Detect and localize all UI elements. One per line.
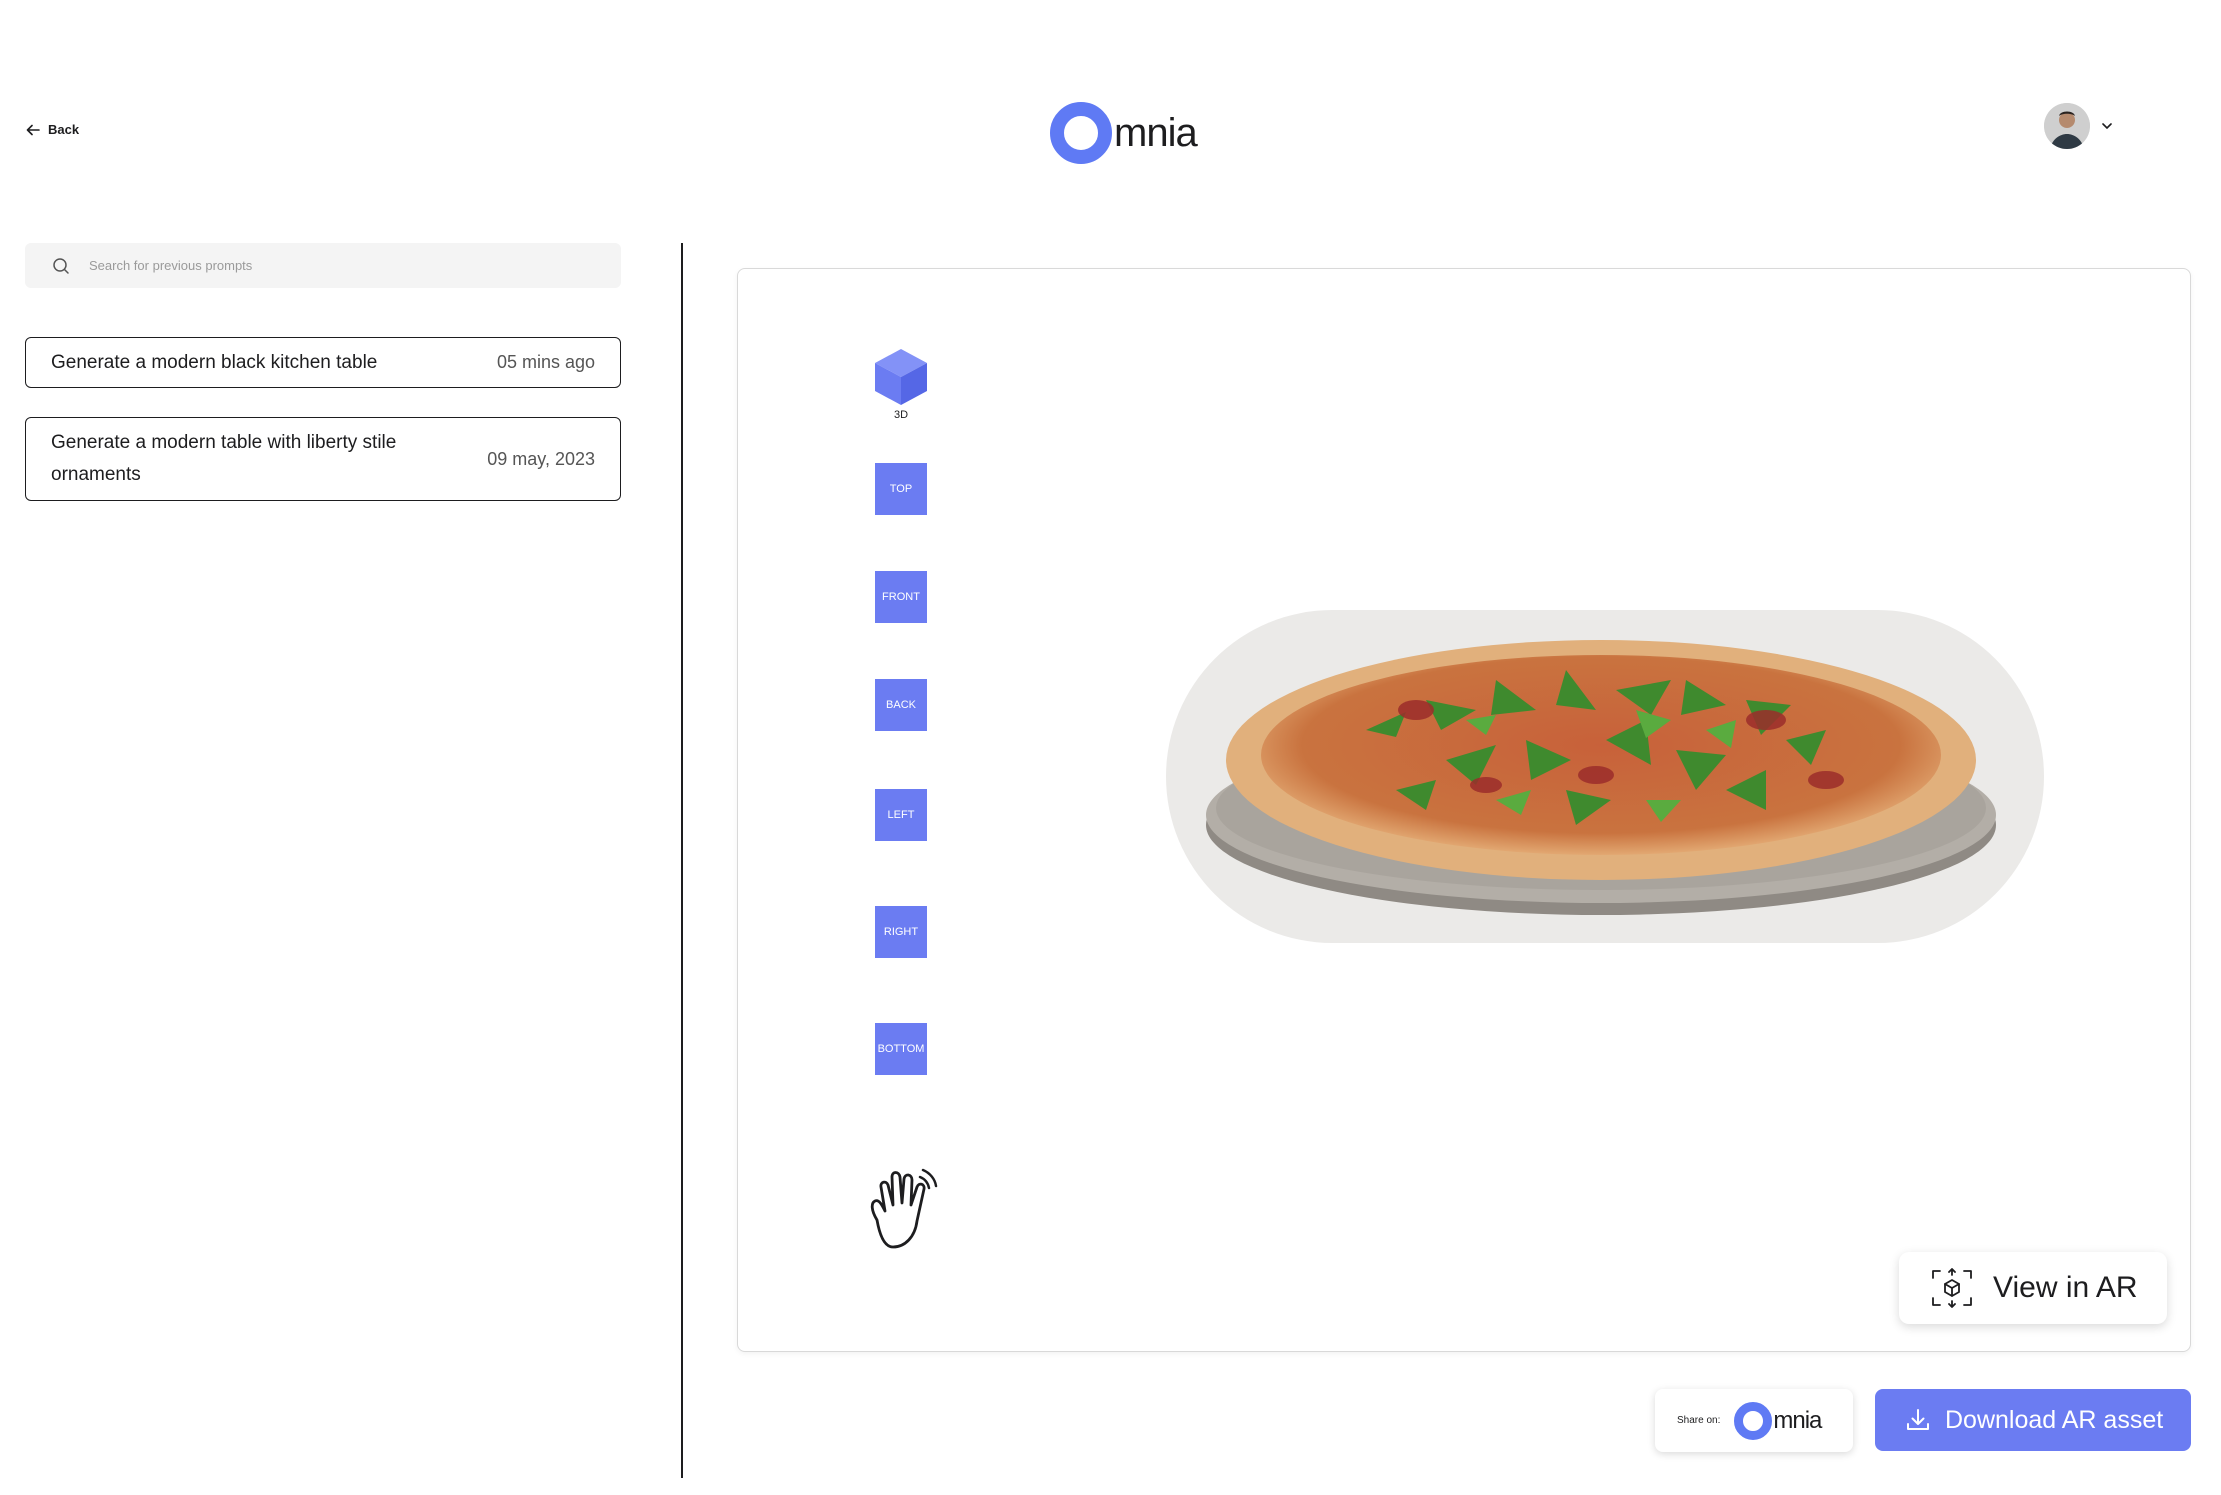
hand-icon[interactable] [865, 1165, 945, 1250]
download-label: Download AR asset [1945, 1405, 2164, 1434]
search-icon [53, 257, 69, 274]
logo-o-mark [1734, 1401, 1773, 1440]
share-label: Share on: [1677, 1415, 1721, 1426]
avatar [2044, 103, 2090, 149]
logo-wordmark: mnia [1114, 111, 1198, 155]
prompt-history-item[interactable]: Generate a modern black kitchen table 05… [25, 337, 621, 388]
view-3d-button[interactable]: 3D [873, 347, 929, 421]
back-button[interactable]: Back [26, 122, 79, 137]
cube-icon [875, 349, 927, 405]
back-label: Back [48, 122, 80, 137]
prompt-history-item[interactable]: Generate a modern table with liberty sti… [25, 417, 621, 501]
share-omnia-logo: mnia [1734, 1401, 1822, 1440]
view-in-ar-button[interactable]: View in AR [1899, 1252, 2167, 1324]
download-ar-asset-button[interactable]: Download AR asset [1875, 1389, 2191, 1451]
view-3d-label: 3D [893, 409, 909, 421]
arrow-left-icon [26, 124, 40, 135]
chevron-down-icon[interactable] [2100, 119, 2114, 133]
share-on-omnia-button[interactable]: Share on: mnia [1655, 1389, 1853, 1452]
prompt-timestamp: 09 may, 2023 [487, 448, 595, 469]
search-bar [25, 243, 621, 288]
user-menu[interactable] [2044, 103, 2114, 149]
view-top-button[interactable]: TOP [875, 463, 927, 515]
sidebar-divider [681, 243, 683, 1478]
prompt-timestamp: 05 mins ago [496, 352, 595, 372]
omnia-logo[interactable]: mnia [1050, 102, 1198, 164]
view-in-ar-label: View in AR [1993, 1271, 2138, 1304]
view-front-button[interactable]: FRONT [875, 571, 927, 623]
logo-wordmark: mnia [1773, 1406, 1822, 1434]
view-left-button[interactable]: LEFT [875, 789, 927, 841]
prompt-text: Generate a modern black kitchen table [51, 351, 378, 373]
view-back-button[interactable]: BACK [875, 679, 927, 731]
logo-o-mark [1050, 102, 1112, 164]
download-icon [1907, 1409, 1929, 1430]
prompt-text: Generate a modern table with liberty sti… [51, 432, 397, 485]
ar-scan-icon [1932, 1268, 1972, 1308]
view-right-button[interactable]: RIGHT [875, 906, 927, 958]
pizza-3d-model[interactable] [1166, 610, 2044, 943]
view-bottom-button[interactable]: BOTTOM [875, 1023, 927, 1075]
search-input[interactable] [89, 258, 589, 273]
